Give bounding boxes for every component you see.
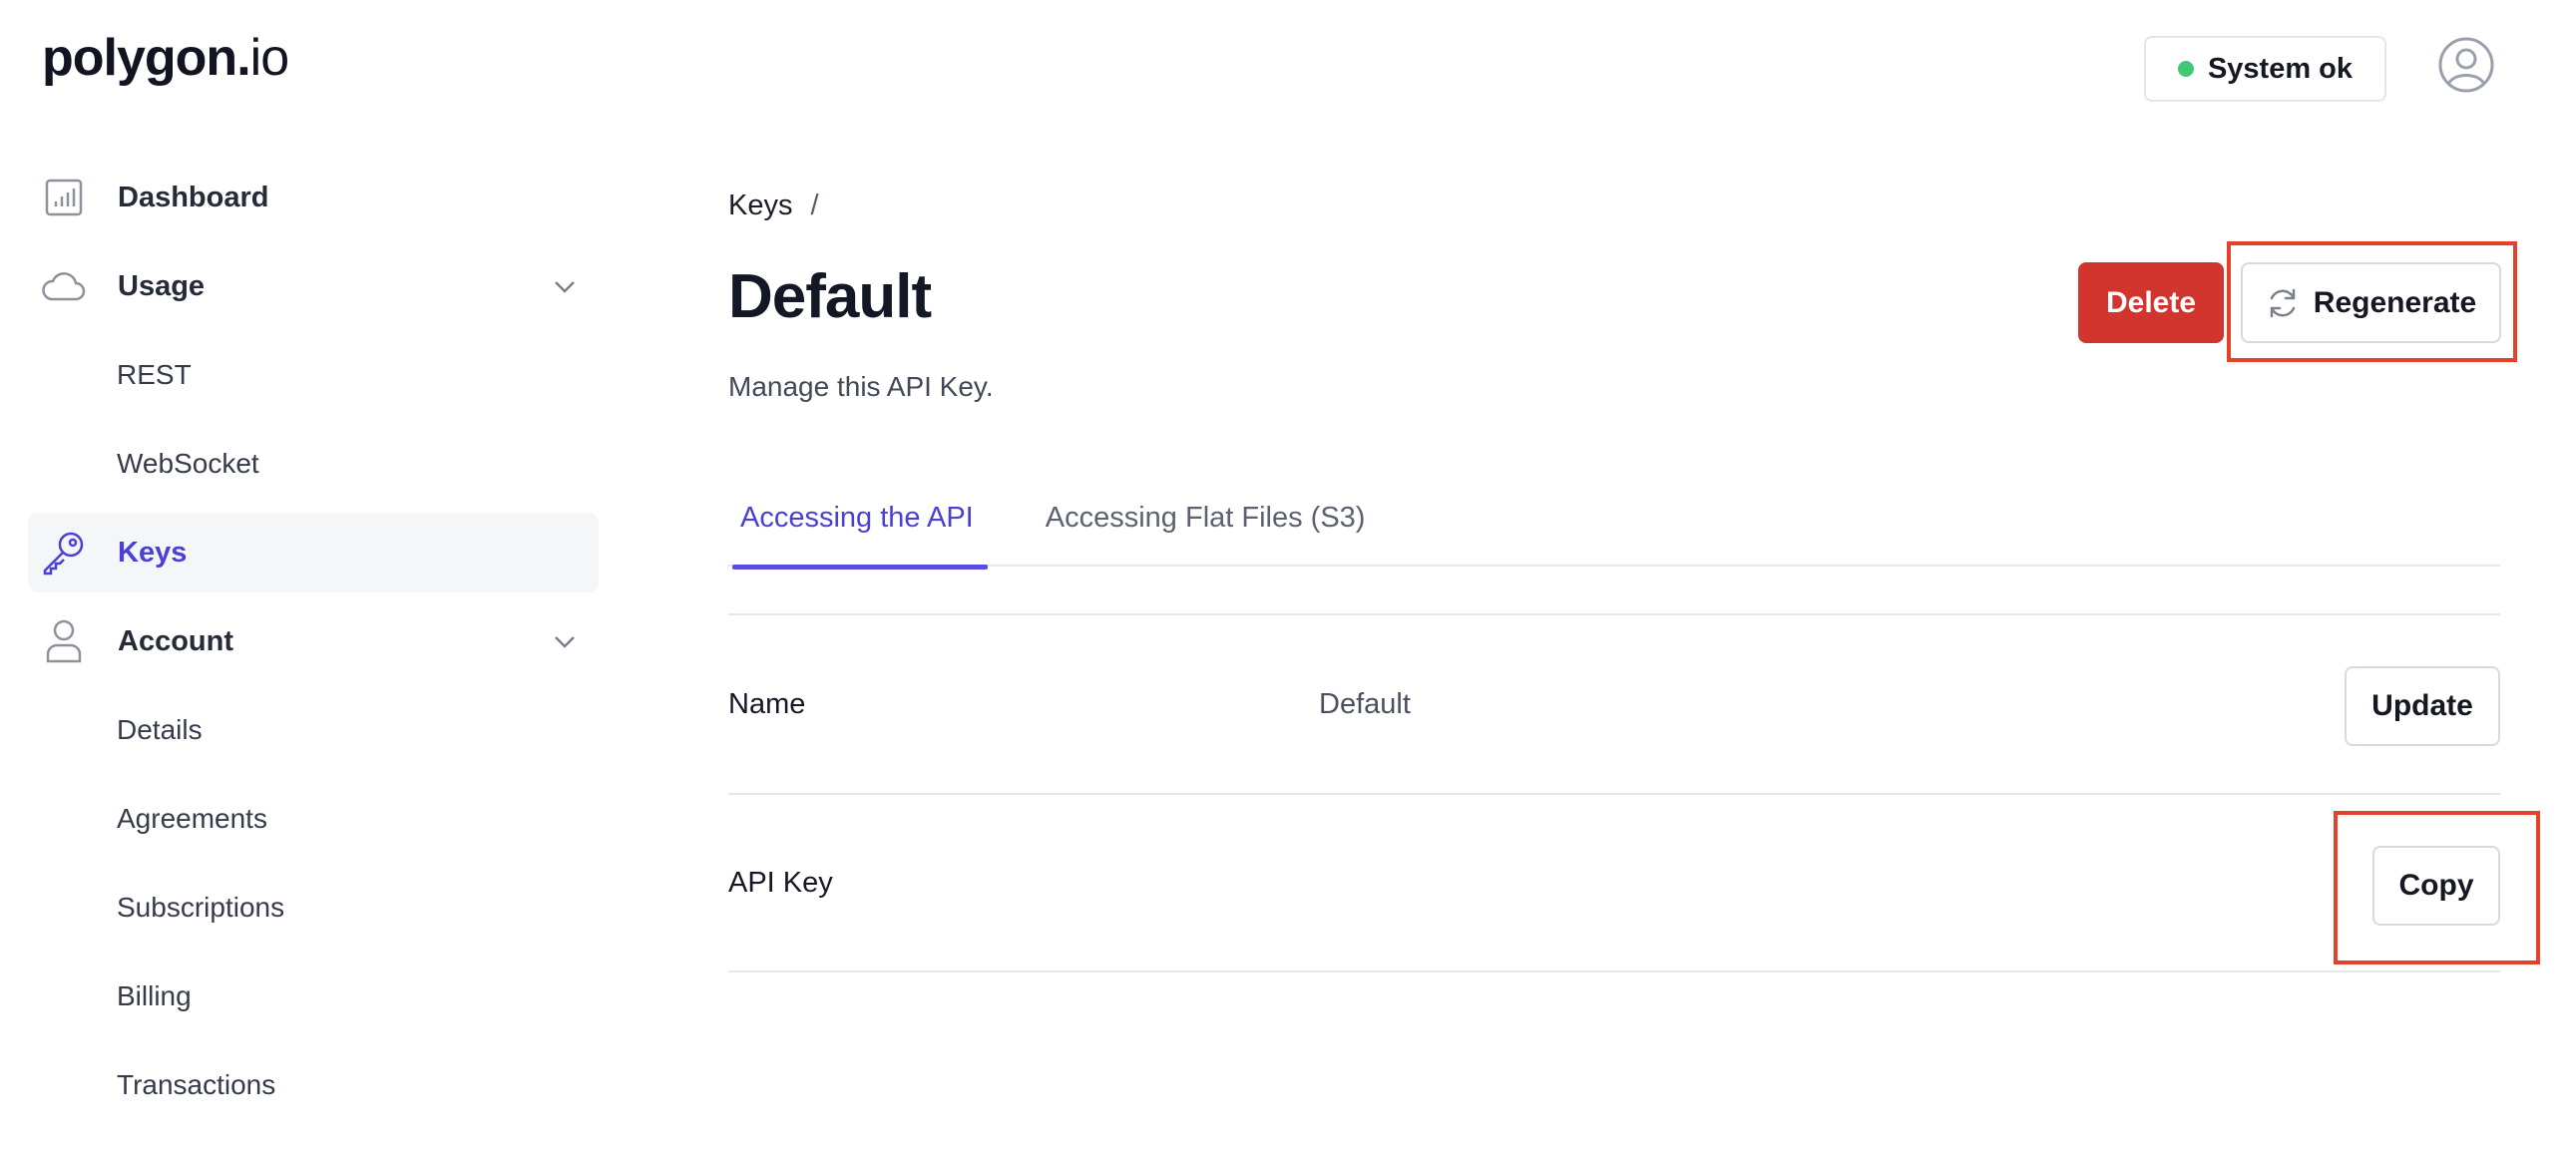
tab-bar: Accessing the API Accessing Flat Files (… (728, 469, 2500, 570)
row-label: Name (728, 687, 806, 720)
status-indicator-dot (2177, 61, 2194, 77)
polygon-logo[interactable]: polygon.io (42, 28, 289, 88)
user-icon (46, 619, 82, 663)
logo-dot: . (236, 29, 250, 87)
sidebar-item-account[interactable]: Account (28, 601, 599, 681)
cloud-icon (42, 272, 86, 301)
breadcrumb-separator: / (810, 190, 819, 221)
sidebar-subitem-details[interactable]: Details (28, 690, 599, 770)
sidebar-item-label: Keys (118, 536, 188, 569)
sidebar-item-dashboard[interactable]: Dashboard (28, 158, 599, 237)
sidebar-item-label: Dashboard (118, 181, 269, 213)
breadcrumb: Keys / (728, 190, 819, 222)
logo-suffix: io (249, 29, 289, 87)
row-label: API Key (728, 866, 833, 899)
detail-row-api-key: API Key Copy (728, 793, 2500, 972)
sidebar-subitem-rest[interactable]: REST (28, 335, 599, 415)
sidebar-subitem-transactions[interactable]: Transactions (28, 1045, 599, 1125)
copy-button[interactable]: Copy (2372, 846, 2500, 926)
regenerate-button[interactable]: Regenerate (2241, 262, 2501, 343)
tab-accessing-flat-files[interactable]: Accessing Flat Files (S3) (1034, 469, 1378, 567)
page-title: Default (728, 262, 932, 331)
row-value: Default (1319, 687, 1411, 720)
update-button[interactable]: Update (2345, 666, 2500, 746)
user-circle-icon (2438, 37, 2494, 93)
bar-chart-icon (45, 179, 83, 216)
breadcrumb-keys-link[interactable]: Keys (728, 190, 792, 222)
page-subtitle: Manage this API Key. (728, 371, 994, 402)
sidebar-item-keys[interactable]: Keys (28, 513, 599, 592)
logo-name: polygon (42, 29, 237, 87)
sidebar-subitem-websocket[interactable]: WebSocket (28, 424, 599, 504)
sidebar-subitem-billing[interactable]: Billing (28, 957, 599, 1036)
user-menu-button[interactable] (2437, 36, 2495, 94)
refresh-icon (2270, 288, 2296, 317)
sidebar-item-label: Account (118, 624, 233, 657)
page: polygon.io System ok Dashboard Usage RES… (0, 0, 2576, 1151)
delete-button[interactable]: Delete (2078, 262, 2224, 343)
sidebar-nav: Dashboard Usage REST WebSocket Keys Acco… (28, 158, 599, 1134)
sidebar-item-label: Usage (118, 269, 206, 302)
sidebar-subitem-subscriptions[interactable]: Subscriptions (28, 868, 599, 948)
key-details-list: Name Default Update API Key Copy (728, 613, 2500, 972)
chevron-down-icon (555, 636, 575, 648)
tab-accessing-api[interactable]: Accessing the API (728, 469, 988, 570)
regenerate-label: Regenerate (2313, 285, 2477, 319)
status-label: System ok (2207, 52, 2354, 85)
key-icon (43, 532, 84, 576)
chevron-down-icon (555, 281, 575, 293)
sidebar-subitem-agreements[interactable]: Agreements (28, 779, 599, 859)
detail-row-name: Name Default Update (728, 613, 2500, 793)
sidebar-item-usage[interactable]: Usage (28, 246, 599, 326)
system-status-button[interactable]: System ok (2144, 36, 2386, 102)
